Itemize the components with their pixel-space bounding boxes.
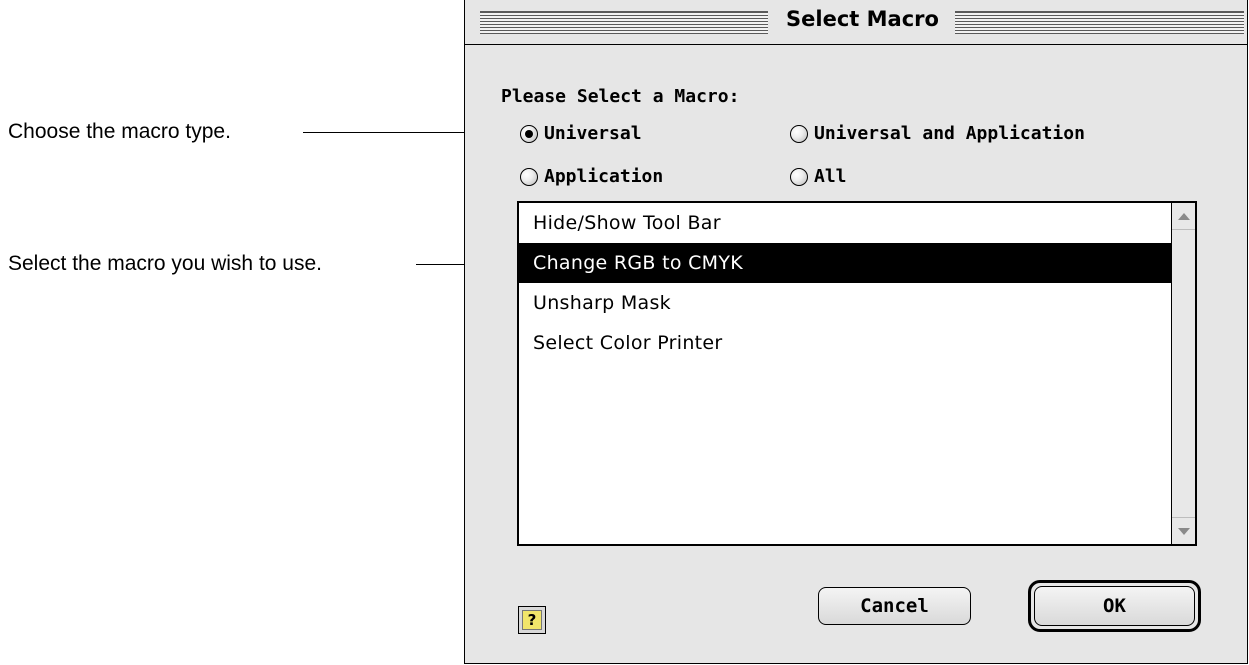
radio-all[interactable]: All bbox=[790, 166, 847, 187]
select-macro-dialog: Select Macro Please Select a Macro: Univ… bbox=[464, 0, 1248, 664]
macro-list[interactable]: Hide/Show Tool Bar Change RGB to CMYK Un… bbox=[517, 201, 1197, 546]
cancel-button[interactable]: Cancel bbox=[818, 587, 971, 625]
list-item[interactable]: Hide/Show Tool Bar bbox=[519, 203, 1173, 243]
title-stripes-right bbox=[955, 11, 1244, 34]
scroll-down-arrow-icon[interactable] bbox=[1172, 517, 1195, 544]
title-stripes-left bbox=[480, 11, 768, 34]
radio-label: Universal bbox=[544, 123, 642, 144]
scroll-up-arrow-icon[interactable] bbox=[1172, 203, 1195, 230]
radio-label: All bbox=[814, 166, 847, 187]
radio-button-icon bbox=[520, 167, 538, 186]
macro-prompt-label: Please Select a Macro: bbox=[501, 86, 740, 107]
radio-label: Application bbox=[544, 166, 664, 187]
dialog-title: Select Macro bbox=[786, 7, 939, 31]
callout-macro-type: Choose the macro type. bbox=[8, 120, 231, 143]
ok-button[interactable]: OK bbox=[1034, 586, 1195, 626]
help-button[interactable]: ? bbox=[518, 606, 546, 634]
radio-button-icon bbox=[790, 167, 808, 186]
list-item-selected[interactable]: Change RGB to CMYK bbox=[519, 243, 1173, 283]
help-icon: ? bbox=[522, 610, 542, 630]
radio-button-icon bbox=[520, 124, 538, 143]
radio-universal[interactable]: Universal bbox=[520, 123, 642, 144]
radio-application[interactable]: Application bbox=[520, 166, 663, 187]
title-bar[interactable]: Select Macro bbox=[465, 0, 1247, 45]
vertical-scrollbar[interactable] bbox=[1171, 203, 1195, 544]
callout-macro-select: Select the macro you wish to use. bbox=[8, 252, 322, 275]
list-item[interactable]: Select Color Printer bbox=[519, 323, 1173, 363]
list-item[interactable]: Unsharp Mask bbox=[519, 283, 1173, 323]
radio-label: Universal and Application bbox=[814, 123, 1085, 144]
radio-universal-and-application[interactable]: Universal and Application bbox=[790, 123, 1085, 144]
radio-button-icon bbox=[790, 124, 808, 143]
